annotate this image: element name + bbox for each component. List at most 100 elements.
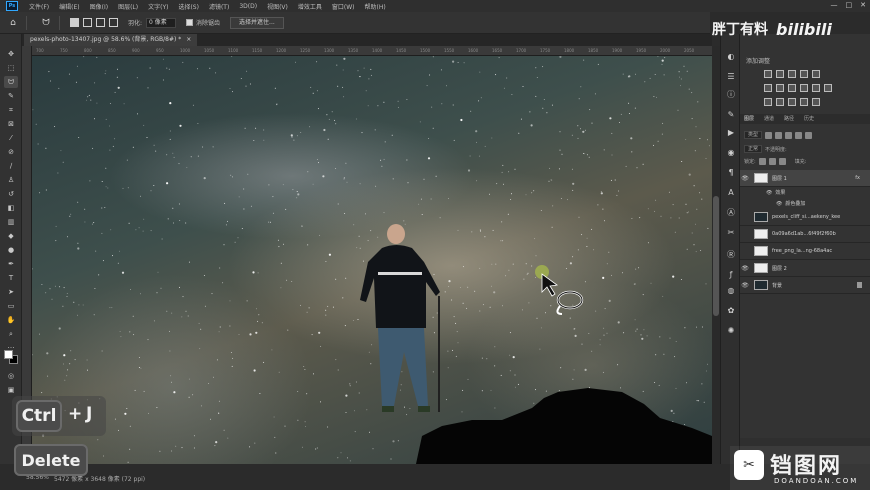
menu-plugins[interactable]: 增效工具 [293,2,327,11]
selective-color-icon[interactable] [812,98,820,106]
lasso-tool-icon[interactable]: ᗢ [4,76,18,88]
maximize-icon[interactable]: □ [846,1,853,9]
quick-mask-icon[interactable]: ◎ [4,370,18,382]
layer-row[interactable]: 👁 背景 [740,277,870,294]
channel-mixer-icon[interactable] [812,84,820,92]
tab-channels[interactable]: 通道 [764,114,774,124]
intersect-selection-icon[interactable] [109,18,118,27]
curves-adjust-icon[interactable] [788,70,796,78]
layer-row[interactable]: free_png_la...ng-68a4ac [740,243,870,260]
tools-extension-icon[interactable]: ✂ [724,226,738,238]
shape-tool-icon[interactable]: ▭ [4,300,18,312]
gradient-tool-icon[interactable]: ▥ [4,216,18,228]
move-tool-icon[interactable]: ✥ [4,48,18,60]
select-and-mask-button[interactable]: 选择并遮住... [230,16,284,29]
color-balance-icon[interactable] [776,84,784,92]
eye-icon[interactable]: 👁 [766,190,772,196]
posterize-icon[interactable] [776,98,784,106]
type-filter-icon[interactable] [785,131,793,139]
eye-icon[interactable]: 👁 [776,201,782,207]
close-tab-icon[interactable]: × [186,34,191,46]
bw-adjust-icon[interactable] [788,84,796,92]
feather-input[interactable]: 0 像素 [146,17,177,28]
menu-type[interactable]: 文字(Y) [143,2,173,11]
vibrance-adjust-icon[interactable] [812,70,820,78]
blend-mode-select[interactable]: 正常 [744,145,763,153]
dodge-tool-icon[interactable]: ● [4,244,18,256]
lasso-tool-icon[interactable]: ᗢ [39,16,53,30]
blur-tool-icon[interactable]: ◆ [4,230,18,242]
smart-filter-icon[interactable] [805,131,813,139]
eye-icon[interactable]: 👁 [740,282,750,289]
healing-brush-tool-icon[interactable]: ⊘ [4,146,18,158]
tab-history[interactable]: 历史 [804,114,814,124]
adjust-filter-icon[interactable] [775,131,783,139]
character-styles-icon[interactable]: Ⓐ [724,206,738,218]
tab-layers[interactable]: 图层 [744,114,754,124]
lock-all-icon[interactable] [778,157,786,165]
swirl-plugin-icon[interactable]: ✺ [724,324,738,336]
color-lookup-icon[interactable] [824,84,832,92]
gradient-map-icon[interactable] [800,98,808,106]
path-select-tool-icon[interactable]: ➤ [4,286,18,298]
eyedropper-tool-icon[interactable]: ⁄ [4,132,18,144]
history-brush-tool-icon[interactable]: ↺ [4,188,18,200]
quick-select-tool-icon[interactable]: ✎ [4,90,18,102]
eye-icon[interactable]: 👁 [740,265,750,272]
shape-filter-icon[interactable] [795,131,803,139]
hand-tool-icon[interactable]: ✋ [4,314,18,326]
lock-position-icon[interactable] [768,157,776,165]
pen-tool-icon[interactable]: ✒ [4,258,18,270]
brush-panel-icon[interactable]: ✎ [724,108,738,120]
layer-row[interactable]: 👁 图层 2 [740,260,870,277]
document-tab[interactable]: pexels-photo-13407.jpg @ 58.6% (背景, RGB/… [24,34,198,46]
clone-stamp-tool-icon[interactable]: ♙ [4,174,18,186]
hue-adjust-icon[interactable] [764,84,772,92]
scrollbar-thumb[interactable] [713,196,719,316]
type-tool-icon[interactable]: T [4,272,18,284]
fx-icon[interactable]: fx [855,175,860,181]
foreground-color-swatch[interactable] [4,350,13,359]
layer-row[interactable]: 0a09a6d1ab...6f49f2f60b [740,226,870,243]
zoom-tool-icon[interactable]: ⌕ [4,328,18,340]
lock-pixels-icon[interactable] [758,157,766,165]
image-canvas[interactable] [32,56,712,464]
tab-paths[interactable]: 路径 [784,114,794,124]
crop-tool-icon[interactable]: ⌗ [4,104,18,116]
menu-file[interactable]: 文件(F) [24,2,54,11]
character-panel-icon[interactable]: A [724,186,738,198]
menu-window[interactable]: 窗口(W) [327,2,360,11]
menu-layer[interactable]: 图层(L) [113,2,143,11]
menu-image[interactable]: 图像(I) [85,2,113,11]
layer-row[interactable]: 👁 图层 1 fx [740,170,870,187]
add-selection-icon[interactable] [83,18,92,27]
layer-kind-select[interactable]: 类型 [744,131,763,139]
close-icon[interactable]: ✕ [860,1,866,9]
menu-select[interactable]: 选择(S) [173,2,204,11]
marquee-tool-icon[interactable]: ⬚ [4,62,18,74]
levels-adjust-icon[interactable] [776,70,784,78]
menu-filter[interactable]: 滤镜(T) [204,2,234,11]
photo-filter-icon[interactable] [800,84,808,92]
plugin-icon[interactable]: ✿ [724,304,738,316]
home-icon[interactable]: ⌂ [6,16,20,30]
ra-plugin-icon[interactable]: Ⓡ [724,248,738,260]
vertical-scrollbar[interactable] [712,46,720,464]
paragraph-panel-icon[interactable]: ¶ [724,166,738,178]
pixel-filter-icon[interactable] [765,131,773,139]
properties-panel-icon[interactable]: ☰ [724,70,738,82]
info-panel-icon[interactable]: ⓘ [724,88,738,100]
layer-row[interactable]: pexels_cliff_si...aekeny_kee [740,209,870,226]
subtract-selection-icon[interactable] [96,18,105,27]
exposure-adjust-icon[interactable] [800,70,808,78]
new-selection-icon[interactable] [70,18,79,27]
eye-icon[interactable]: 👁 [740,175,750,182]
menu-view[interactable]: 视图(V) [262,2,293,11]
threshold-icon[interactable] [788,98,796,106]
minimize-icon[interactable]: — [831,1,838,9]
ff-plugin-icon[interactable]: ƒ [724,268,738,280]
adjustments-panel-icon[interactable]: ◉ [724,146,738,158]
menu-help[interactable]: 帮助(H) [360,2,391,11]
brush-tool-icon[interactable]: ∕ [4,160,18,172]
chrome-plugin-icon[interactable]: ◍ [724,284,738,296]
